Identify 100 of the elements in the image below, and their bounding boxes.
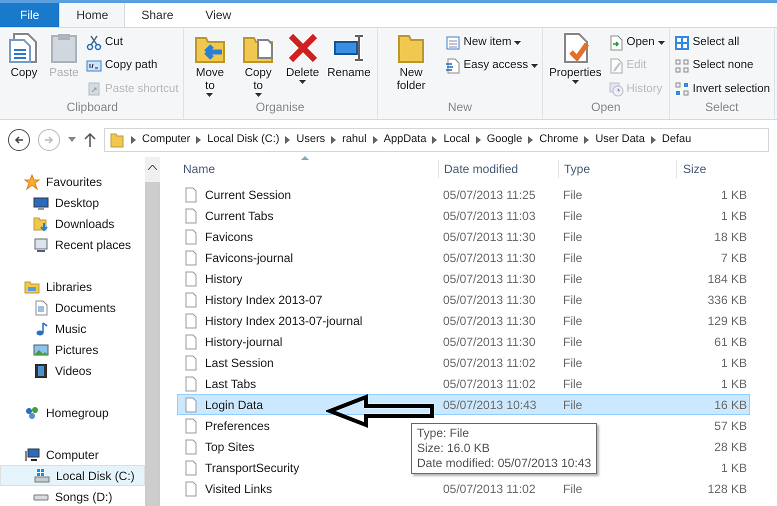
folder-icon <box>109 132 125 148</box>
type-cell: File <box>563 188 582 202</box>
up-arrow-icon[interactable] <box>84 132 96 146</box>
ribbon-button[interactable]: Copy to <box>236 32 280 98</box>
file-icon <box>183 460 199 476</box>
breadcrumb[interactable]: Computer <box>142 131 190 148</box>
file-name: Current Session <box>205 186 292 204</box>
file-icon <box>183 418 199 434</box>
nav-item[interactable]: Documents <box>0 297 145 318</box>
monitor-icon <box>33 194 49 210</box>
date-cell: 05/07/2013 11:30 <box>443 250 536 264</box>
file-name: Current Tabs <box>205 208 274 224</box>
column-header[interactable]: Date modified <box>439 160 559 178</box>
date-cell: 05/07/2013 11:03 <box>443 208 536 222</box>
ribbon-button[interactable]: New folder <box>382 32 441 98</box>
rename-icon <box>332 32 365 64</box>
group-label: Open <box>590 99 622 116</box>
chevron-icon <box>584 136 590 144</box>
date-cell: 05/07/2013 11:30 <box>443 314 536 328</box>
clipboard-icon <box>48 32 80 64</box>
nav-item[interactable]: Videos <box>0 360 145 381</box>
nav-item[interactable]: Local Disk (C:) <box>0 465 145 486</box>
file-icon <box>183 228 199 244</box>
nav-item[interactable]: Songs (D:) <box>0 486 145 506</box>
dropdown-icon[interactable] <box>68 137 76 142</box>
back-button[interactable] <box>8 128 30 150</box>
new-item-icon <box>444 34 461 51</box>
nav-item[interactable]: Computer <box>0 444 145 465</box>
address-bar[interactable]: Computer Local Disk (C:) Users rahul AppData Local Google Chrome User Data Defau <box>104 128 769 152</box>
size-cell: 1 KB <box>720 188 747 202</box>
film-icon <box>33 362 49 378</box>
size-cell: 1 KB <box>720 356 747 370</box>
column-header[interactable]: Type <box>559 160 677 178</box>
nav-item[interactable]: Favourites <box>0 171 145 192</box>
size-cell: 7 KB <box>720 250 747 264</box>
file-icon <box>183 250 199 266</box>
ribbon-button[interactable]: Copy <box>6 32 42 98</box>
breadcrumb[interactable]: Chrome <box>539 131 578 148</box>
breadcrumb[interactable]: Defau <box>662 131 692 148</box>
ribbon-button[interactable]: Invert selection <box>674 80 770 98</box>
nav-item[interactable]: Pictures <box>0 339 145 360</box>
ribbon-button[interactable]: Properties <box>547 32 604 98</box>
breadcrumb[interactable]: AppData <box>384 131 426 148</box>
file-name: Login Data <box>205 396 264 414</box>
nav-item[interactable]: Music <box>0 318 145 339</box>
file-name: History <box>205 270 242 288</box>
download-folder-icon <box>33 216 49 232</box>
breadcrumb[interactable]: Local Disk (C:) <box>207 131 280 148</box>
group-label: Clipboard <box>66 99 119 116</box>
size-cell: 336 KB <box>708 292 747 306</box>
ribbon-button[interactable]: Select none <box>674 57 770 74</box>
breadcrumb[interactable]: Local <box>443 131 470 148</box>
select-none-icon <box>674 58 690 74</box>
tooltip-line: Type: File <box>417 426 470 441</box>
group-label: Select <box>704 99 740 116</box>
ribbon-button[interactable]: Copy path <box>86 57 179 74</box>
column-header[interactable]: Size <box>677 160 750 178</box>
ribbon-button[interactable]: Cut <box>86 34 179 52</box>
document-icon <box>33 300 49 316</box>
ribbon-button[interactable]: New item <box>444 34 538 52</box>
ribbon-button[interactable]: Easy access <box>444 57 538 74</box>
nav-item[interactable]: Libraries <box>0 276 145 297</box>
tooltip-line: Date modified: 05/07/2013 10:43 <box>417 456 592 471</box>
chevron-icon <box>432 136 438 144</box>
column-header[interactable]: Name <box>177 160 439 178</box>
nav-item[interactable]: Desktop <box>0 192 145 213</box>
chevron-icon <box>196 136 202 144</box>
ribbon-tab[interactable]: Share <box>125 3 190 27</box>
size-cell: 128 KB <box>708 482 747 496</box>
breadcrumb[interactable]: Google <box>486 131 522 148</box>
chevron-icon <box>372 136 378 144</box>
ribbon-tab[interactable]: Home <box>59 3 126 27</box>
ribbon-tab[interactable]: File <box>0 3 60 27</box>
scroll-up-icon[interactable] <box>148 165 157 170</box>
computer-icon <box>24 446 40 462</box>
chevron-icon <box>285 136 290 144</box>
ribbon-button[interactable]: Select all <box>674 34 770 52</box>
ribbon-button[interactable]: Move to <box>188 32 232 98</box>
type-cell: File <box>563 356 582 370</box>
ribbon-button[interactable]: Open <box>608 34 665 52</box>
type-cell: File <box>563 230 582 244</box>
breadcrumb[interactable]: rahul <box>342 131 367 148</box>
easy-access-icon <box>444 58 461 74</box>
ribbon-button[interactable]: Delete <box>284 32 322 98</box>
breadcrumb[interactable]: Users <box>296 131 326 148</box>
nav-item[interactable]: Homegroup <box>0 402 145 423</box>
size-cell: 184 KB <box>708 272 747 286</box>
chevron-icon <box>331 136 336 144</box>
ribbon-tab[interactable]: View <box>189 3 248 27</box>
ribbon-button[interactable]: Rename <box>325 32 373 98</box>
nav-item[interactable]: Downloads <box>0 213 145 234</box>
file-icon <box>183 376 199 392</box>
selected-row[interactable]: Login Data 05/07/2013 10:43 File 16 KB <box>177 394 750 415</box>
type-cell: File <box>563 208 582 222</box>
file-name: Preferences <box>205 418 270 434</box>
forward-button[interactable] <box>38 128 60 150</box>
date-cell: 05/07/2013 10:43 <box>443 398 536 412</box>
nav-item[interactable]: Recent places <box>0 234 145 255</box>
type-cell: File <box>563 292 582 306</box>
breadcrumb[interactable]: User Data <box>595 131 645 148</box>
